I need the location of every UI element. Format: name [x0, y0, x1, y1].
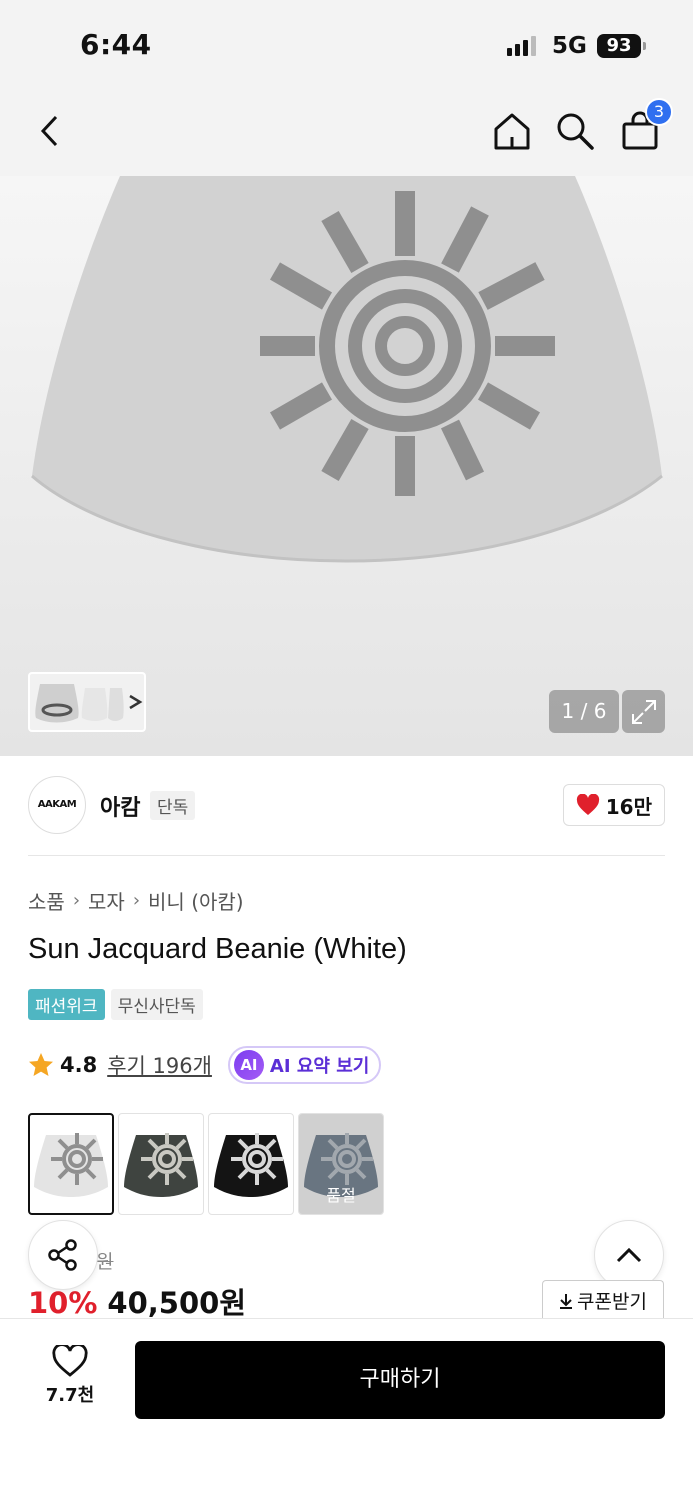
color-thumbnail: [124, 1133, 198, 1197]
breadcrumb-item[interactable]: 소품: [28, 886, 65, 915]
expand-icon: [631, 699, 656, 724]
color-options: 품절: [28, 1113, 384, 1215]
share-button[interactable]: [28, 1220, 98, 1290]
breadcrumb: 소품 › 모자 › 비니 (아캄): [28, 886, 244, 915]
image-counter: 1 / 6: [549, 690, 619, 733]
breadcrumb-item[interactable]: 비니 (아캄): [148, 886, 244, 915]
musinsa-exclusive-tag: 무신사단독: [110, 989, 203, 1020]
search-button[interactable]: [550, 106, 600, 156]
ai-summary-label: AI 요약 보기: [269, 1056, 370, 1077]
chevron-right-icon: ›: [72, 890, 81, 911]
sale-price: 40,500원: [107, 1286, 247, 1320]
rating-value: 4.8: [60, 1053, 98, 1077]
chevron-up-icon: [616, 1247, 642, 1263]
coupon-label: 쿠폰받기: [577, 1291, 647, 1313]
chevron-right-icon: ›: [132, 890, 141, 911]
soldout-label: 품절: [326, 1186, 356, 1205]
wish-button[interactable]: 7.7천: [30, 1345, 110, 1407]
battery-tip: [643, 42, 646, 50]
status-time: 6:44: [80, 28, 152, 61]
status-bar: 6:44 5G 93: [0, 0, 693, 90]
brand-like-button[interactable]: 16만: [562, 784, 665, 826]
product-image: [31, 176, 663, 563]
chevron-left-icon: [40, 115, 58, 147]
brand-exclusive-tag: 단독: [150, 791, 196, 820]
product-gallery[interactable]: 1 / 6: [0, 176, 693, 756]
fashion-week-tag: 패션위크: [28, 989, 105, 1020]
home-button[interactable]: [487, 106, 537, 156]
share-icon: [48, 1239, 77, 1271]
thumbnail-strip[interactable]: [28, 672, 146, 732]
color-thumbnail: [34, 1133, 108, 1197]
expand-button[interactable]: [622, 690, 665, 733]
signal-icon: [507, 36, 536, 56]
brand-logo[interactable]: AAKAM: [28, 776, 86, 834]
star-icon: [29, 1053, 53, 1076]
cart-count-badge: 3: [645, 98, 673, 126]
divider: [28, 855, 665, 856]
breadcrumb-item[interactable]: 모자: [88, 886, 125, 915]
ai-summary-button[interactable]: AI AI 요약 보기: [227, 1046, 382, 1084]
rating-row: 4.8 후기 196개 AI AI 요약 보기: [28, 1046, 382, 1084]
buy-button[interactable]: 구매하기: [135, 1341, 665, 1419]
color-thumbnail: [214, 1133, 288, 1197]
color-option-black[interactable]: [208, 1113, 294, 1215]
heart-outline-icon: [52, 1345, 88, 1377]
download-icon: [560, 1293, 573, 1309]
home-icon: [494, 113, 530, 150]
thumbnail-image: [30, 674, 144, 730]
color-option-navy[interactable]: 품절: [298, 1113, 384, 1215]
brand-row[interactable]: AAKAM 아캄 단독 16만: [28, 776, 665, 836]
battery-icon: 93: [597, 34, 641, 58]
brand-name[interactable]: 아캄: [100, 790, 140, 822]
product-title: Sun Jacquard Beanie (White): [28, 933, 407, 965]
heart-icon: [576, 794, 599, 815]
brand-like-count: 16만: [605, 794, 652, 819]
search-icon: [557, 113, 594, 150]
ai-icon: AI: [233, 1050, 264, 1080]
nav-bar: 3: [0, 90, 693, 176]
coupon-button[interactable]: 쿠폰받기: [542, 1280, 664, 1320]
original-price: 원: [96, 1251, 114, 1273]
discount-rate: 10%: [28, 1286, 98, 1320]
wish-count: 7.7천: [45, 1385, 95, 1406]
cart-button[interactable]: 3: [615, 98, 673, 156]
color-option-white[interactable]: [28, 1113, 114, 1215]
bottom-action-bar: 7.7천 구매하기: [0, 1318, 693, 1500]
back-button[interactable]: [25, 106, 75, 156]
network-label: 5G: [552, 33, 587, 59]
review-link[interactable]: 후기 196개: [107, 1050, 212, 1080]
product-tags: 패션위크 무신사단독: [28, 989, 203, 1020]
color-option-charcoal[interactable]: [118, 1113, 204, 1215]
